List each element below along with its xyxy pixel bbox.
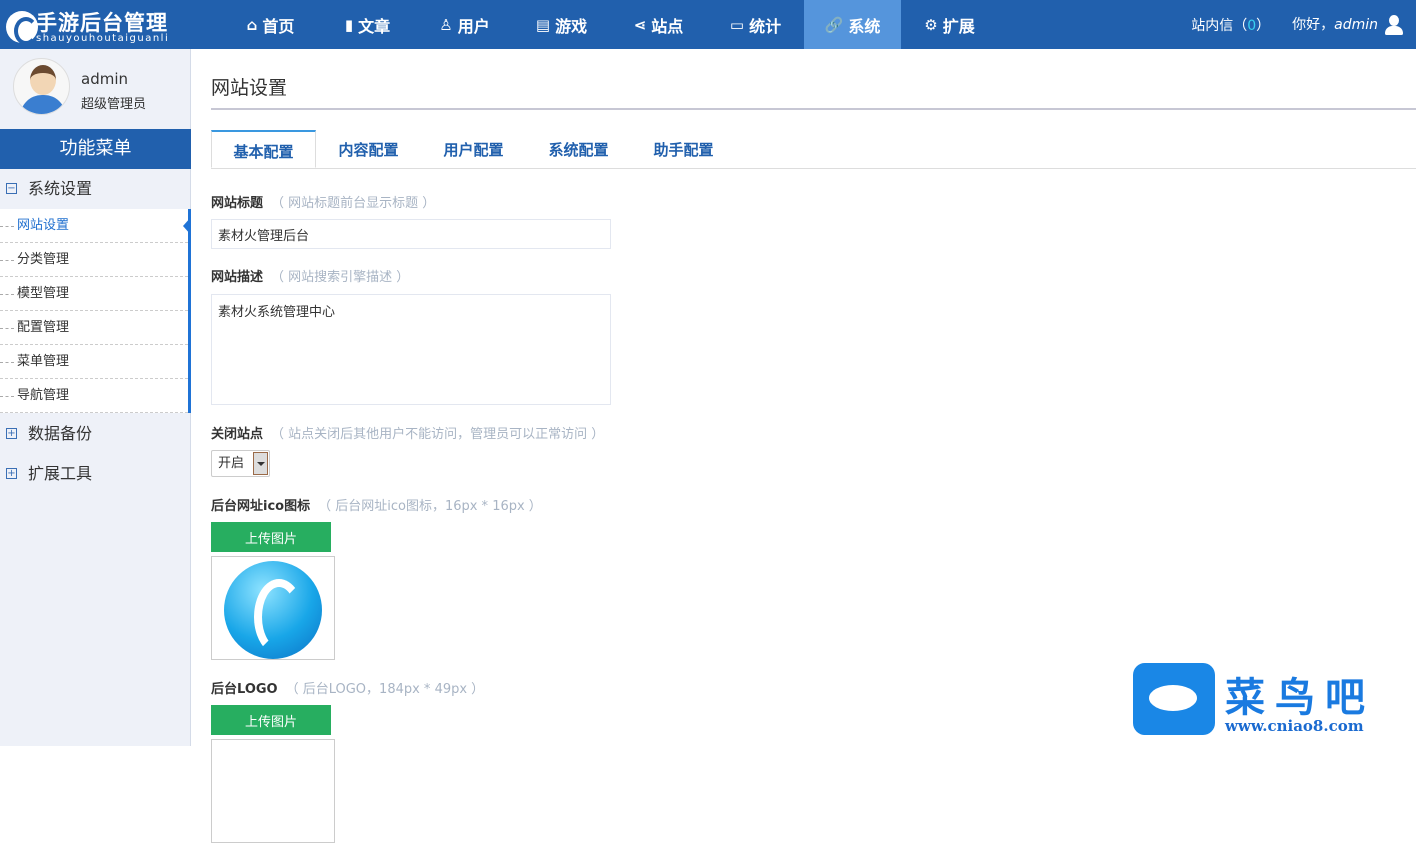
site-title-input[interactable]	[211, 219, 611, 249]
bar-chart-icon: ▮	[344, 15, 354, 34]
messages-label: 站内信（	[1191, 17, 1248, 34]
close-site-select[interactable]: 开启	[211, 450, 270, 477]
nav-label: 用户	[457, 16, 490, 36]
tab[interactable]: 基本配置	[211, 130, 316, 168]
expand-icon: +	[6, 428, 17, 439]
close-site-label: 关闭站点 （ 站点关闭后其他用户不能访问，管理员可以正常访问 ）	[211, 423, 604, 442]
logo[interactable]: 手游后台管理 shauyouhoutaiguanli	[6, 5, 196, 45]
nav-item[interactable]: ▤ 游戏	[513, 0, 610, 49]
label-hint: （ 站点关闭后其他用户不能访问，管理员可以正常访问 ）	[271, 427, 605, 442]
submenu: 网站设置 分类管理 模型管理 配置管理 菜单管理 导航管理	[0, 209, 191, 413]
logo-label: 后台LOGO （ 后台LOGO，184px * 49px ）	[211, 678, 484, 697]
upload-ico-button[interactable]: 上传图片	[211, 522, 331, 552]
nav-item[interactable]: ♙ 用户	[416, 0, 513, 49]
chevron-down-icon	[253, 452, 268, 475]
group-label: 系统设置	[28, 179, 93, 198]
sidebar-item[interactable]: 配置管理	[0, 311, 188, 345]
title-divider	[211, 108, 1416, 110]
nav-label: 扩展	[942, 16, 975, 36]
group-extension-tools[interactable]: + 扩展工具	[0, 454, 191, 494]
label-hint: （ 后台LOGO，184px * 49px ）	[285, 682, 485, 697]
nav-label: 文章	[358, 16, 391, 36]
sidebar-role: 超级管理员	[81, 97, 147, 112]
user-menu[interactable]: 你好，admin	[1292, 14, 1404, 35]
expand-icon: +	[6, 468, 17, 479]
group-label: 扩展工具	[28, 464, 93, 483]
group-label: 数据备份	[28, 424, 93, 443]
tab[interactable]: 助手配置	[631, 130, 736, 168]
main-nav: ⌂ 首页 ▮ 文章 ♙ 用户 ▤ 游戏 ⋖ 站点 ▭ 统计 🔗 系统 ⚙ 扩展	[222, 0, 998, 49]
label-text: 后台网址ico图标	[211, 499, 311, 514]
label-text: 网站描述	[211, 270, 264, 285]
gear-icon: ⚙	[924, 15, 938, 34]
label-hint: （ 网站搜索引擎描述 ）	[271, 270, 410, 285]
page-title: 网站设置	[211, 77, 288, 99]
nav-item[interactable]: ⚙ 扩展	[901, 0, 998, 49]
top-bar: 手游后台管理 shauyouhoutaiguanli ⌂ 首页 ▮ 文章 ♙ 用户 ▤ 游戏 ⋖…	[0, 0, 1416, 49]
label-hint: （ 网站标题前台显示标题 ）	[271, 196, 436, 211]
avatar	[13, 58, 70, 115]
label-text: 网站标题	[211, 196, 264, 211]
nav-label: 站点	[651, 16, 684, 36]
share-icon: ⋖	[633, 15, 647, 34]
label-hint: （ 后台网址ico图标，16px * 16px ）	[318, 499, 542, 514]
nav-label: 首页	[262, 16, 295, 36]
watermark-url: www.cniao8.com	[1225, 717, 1364, 735]
sidebar-item[interactable]: 导航管理	[0, 379, 188, 413]
messages-close: ）	[1256, 17, 1271, 34]
logo-preview	[211, 739, 335, 843]
tab[interactable]: 系统配置	[526, 130, 631, 168]
select-value: 开启	[218, 456, 245, 471]
config-tabs: 基本配置 内容配置 用户配置 系统配置 助手配置	[211, 130, 1416, 169]
site-desc-textarea[interactable]: 素材火系统管理中心	[211, 294, 611, 405]
site-title-label: 网站标题 （ 网站标题前台显示标题 ）	[211, 192, 435, 211]
sidebar-item[interactable]: 模型管理	[0, 277, 188, 311]
sidebar-username: admin	[81, 70, 128, 88]
watermark-text: 菜鸟吧	[1225, 674, 1375, 721]
site-desc-label: 网站描述 （ 网站搜索引擎描述 ）	[211, 266, 409, 285]
monitor-icon: ▭	[729, 15, 745, 34]
ico-preview	[211, 556, 335, 660]
user-icon	[1384, 15, 1404, 35]
watermark: 菜鸟吧 www.cniao8.com	[1133, 663, 1413, 743]
tab[interactable]: 内容配置	[316, 130, 421, 168]
nav-label: 统计	[749, 16, 782, 36]
upload-logo-button[interactable]: 上传图片	[211, 705, 331, 735]
nav-item[interactable]: ⌂ 首页	[222, 0, 319, 49]
messages-link[interactable]: 站内信（0）	[1191, 15, 1270, 35]
ico-label: 后台网址ico图标 （ 后台网址ico图标，16px * 16px ）	[211, 495, 542, 514]
menu-title: 功能菜单	[0, 129, 191, 169]
ico-image	[224, 561, 322, 659]
home-icon: ⌂	[246, 15, 258, 34]
messages-count: 0	[1247, 17, 1257, 34]
nav-item[interactable]: ⋖ 站点	[610, 0, 707, 49]
nav-item[interactable]: ▭ 统计	[707, 0, 804, 49]
greeting: 你好，	[1292, 17, 1335, 33]
sidebar-item[interactable]: 分类管理	[0, 243, 188, 277]
link-icon: 🔗	[824, 15, 844, 34]
nav-label: 系统	[848, 16, 881, 36]
label-text: 关闭站点	[211, 427, 264, 442]
nav-item[interactable]: 🔗 系统	[804, 0, 901, 49]
user-pin-icon: ♙	[439, 15, 453, 34]
logo-mark-icon	[6, 11, 38, 45]
sidebar-item[interactable]: 菜单管理	[0, 345, 188, 379]
sidebar-item[interactable]: 网站设置	[0, 209, 191, 243]
document-icon: ▤	[535, 15, 551, 34]
group-system-settings[interactable]: − 系统设置	[0, 169, 191, 209]
nav-label: 游戏	[555, 16, 588, 36]
collapse-icon: −	[6, 183, 17, 194]
sidebar: admin 超级管理员 功能菜单 − 系统设置 网站设置 分类管理 模型管理 配置管理菜…	[0, 49, 191, 746]
label-text: 后台LOGO	[211, 682, 278, 697]
nav-item[interactable]: ▮ 文章	[319, 0, 416, 49]
tab[interactable]: 用户配置	[421, 130, 526, 168]
group-data-backup[interactable]: + 数据备份	[0, 414, 191, 454]
logo-subtitle: shauyouhoutaiguanli	[36, 33, 170, 44]
username: admin	[1334, 17, 1378, 33]
bird-logo-icon	[1133, 663, 1215, 735]
